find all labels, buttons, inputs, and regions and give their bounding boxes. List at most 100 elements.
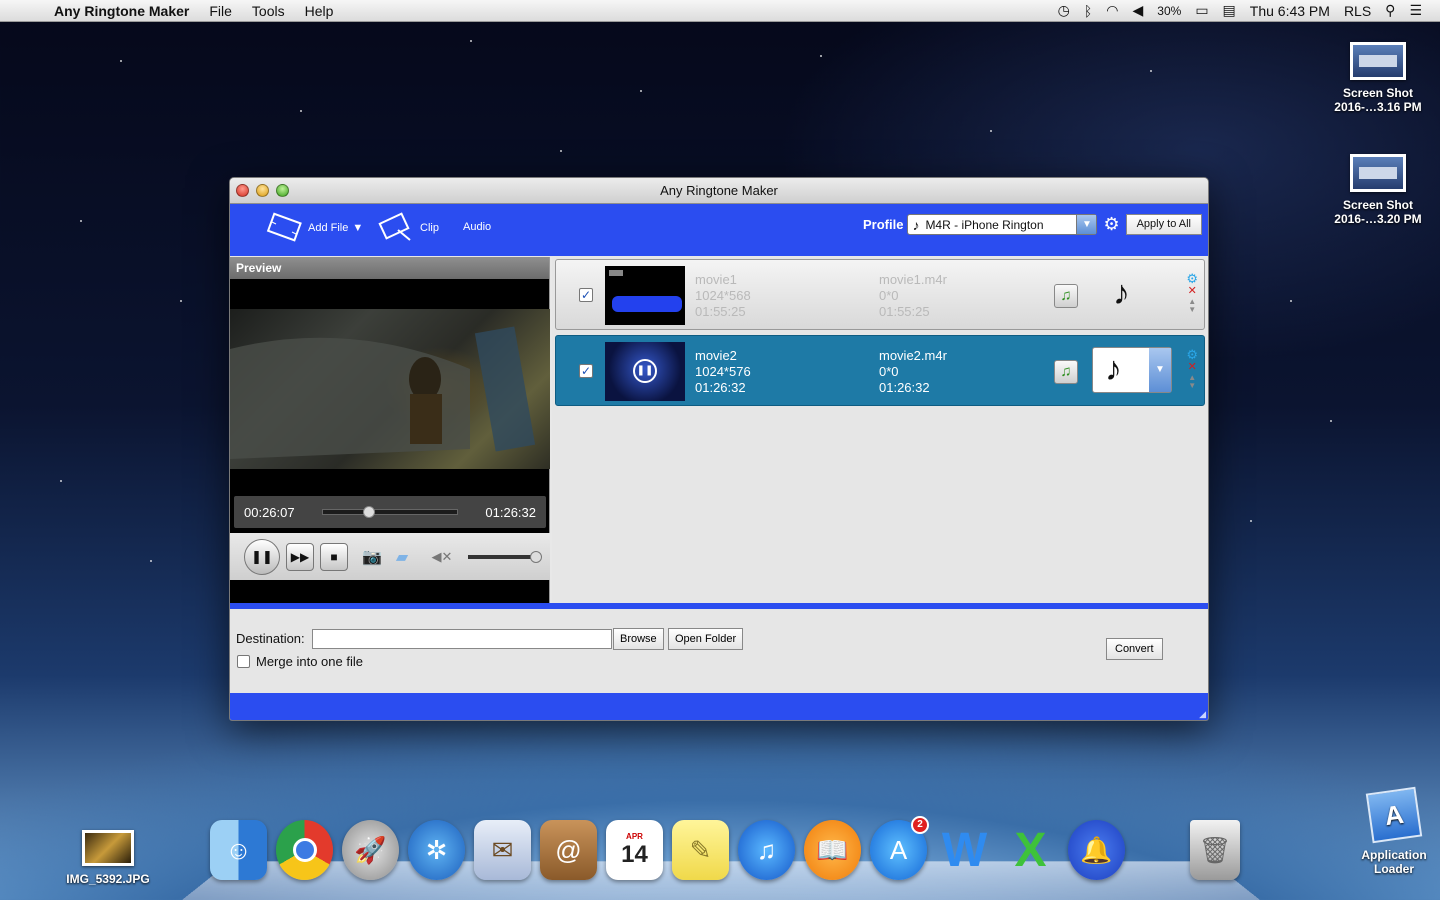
destination-label: Destination: (236, 631, 305, 646)
photo-thumbnail-icon (82, 830, 134, 866)
clip-film-icon (378, 212, 411, 241)
file-checkbox[interactable]: ✓ (579, 288, 593, 302)
file-name: movie2 (695, 348, 737, 363)
user-menu[interactable]: RLS (1344, 3, 1371, 19)
app-store-icon[interactable]: A2 (870, 816, 929, 880)
menu-bar: Any Ringtone Maker File Tools Help ◷ ᛒ ◠… (0, 0, 1440, 22)
film-strip-icon (266, 212, 302, 242)
resize-grip-icon[interactable]: ◢ (1199, 709, 1206, 720)
menu-help[interactable]: Help (305, 3, 334, 19)
file-row-movie2[interactable]: ✓ ❚❚ movie2 1024*576 01:26:32 movie2.m4r… (555, 335, 1205, 406)
output-format-select[interactable]: ♪ ▼ (1092, 347, 1172, 393)
spotlight-icon[interactable]: ⚲ (1385, 2, 1395, 19)
dropdown-arrow-icon: ▼ (352, 222, 364, 234)
minimize-window-button[interactable] (256, 184, 269, 197)
desktop-screenshot-2[interactable]: Screen Shot 2016-…3.20 PM (1318, 154, 1438, 226)
merge-checkbox[interactable] (237, 655, 250, 668)
mute-speaker-icon[interactable]: ◀✕ (430, 547, 454, 567)
profile-settings-gear-icon[interactable]: ⚙ (1103, 214, 1119, 235)
total-time: 01:26:32 (485, 504, 536, 520)
profile-label: Profile (862, 217, 904, 232)
mail-icon[interactable]: ✉ (474, 820, 531, 880)
file-duration: 01:55:25 (695, 304, 746, 319)
zoom-window-button[interactable] (276, 184, 289, 197)
volume-knob[interactable] (530, 550, 542, 563)
desktop-screenshot-1[interactable]: Screen Shot 2016-…3.16 PM (1318, 42, 1438, 114)
preview-panel: Preview 00:26:07 01:26:32 ❚❚ ▶▶ ■ 📷 ▰ ◀✕ (230, 257, 550, 603)
volume-icon[interactable]: ◀ (1133, 2, 1144, 19)
output-duration: 01:55:25 (879, 304, 930, 319)
launchpad-icon[interactable]: 🚀 (342, 820, 399, 880)
chevron-down-icon: ▼ (1149, 348, 1171, 392)
notification-center-icon[interactable]: ☰ (1409, 2, 1422, 19)
merge-option[interactable]: Merge into one file (237, 654, 363, 669)
battery-percent[interactable]: 30% (1157, 4, 1181, 18)
ringtone-app-icon[interactable]: 🔔 (1068, 820, 1125, 880)
audio-track-button[interactable]: ♫ (1054, 360, 1078, 384)
video-thumbnail: ❚❚ (605, 342, 685, 401)
flag-icon[interactable]: ▤ (1223, 2, 1236, 19)
time-machine-icon[interactable]: ◷ (1058, 2, 1070, 19)
window-titlebar[interactable]: Any Ringtone Maker (230, 178, 1208, 204)
trash-icon[interactable]: 🗑 (1190, 820, 1240, 880)
toolbar: Add File ▼ Clip Audio Profile ♪ M4R - iP… (230, 204, 1208, 256)
add-file-button[interactable]: Add File ▼ (264, 212, 363, 244)
word-icon[interactable]: W (936, 820, 993, 880)
file-checkbox[interactable]: ✓ (579, 364, 593, 378)
safari-icon[interactable]: ✲ (408, 820, 465, 880)
output-format-icon[interactable]: ♪ (1113, 274, 1130, 313)
ibooks-icon[interactable]: 📖 (804, 820, 861, 880)
menu-file[interactable]: File (209, 3, 232, 19)
stop-icon: ■ (330, 549, 338, 564)
desktop-image-file[interactable]: IMG_5392.JPG (48, 830, 168, 886)
snapshot-camera-icon[interactable]: 📷 (360, 547, 384, 567)
apply-to-all-button[interactable]: Apply to All (1125, 214, 1202, 235)
menu-tools[interactable]: Tools (252, 3, 285, 19)
music-note-icon: ♫ (1060, 287, 1072, 304)
fast-forward-button[interactable]: ▶▶ (286, 542, 314, 571)
calendar-icon[interactable]: APR 14 (606, 820, 663, 880)
audio-track-button[interactable]: ♫ (1054, 284, 1078, 308)
dock: ☺ 🚀 ✲ ✉ @ APR 14 ✎ ♫ 📖 A2 W X 🔔 🗑 (210, 816, 1240, 890)
file-resolution: 1024*576 (695, 364, 751, 379)
finder-icon[interactable]: ☺ (210, 820, 267, 880)
audio-button[interactable]: Audio (463, 221, 491, 233)
bluetooth-icon[interactable]: ᛒ (1084, 3, 1092, 19)
file-duration: 01:26:32 (695, 380, 746, 395)
stop-button[interactable]: ■ (320, 542, 348, 571)
file-list: ✓ movie1 1024*568 01:55:25 movie1.m4r 0*… (552, 257, 1208, 603)
wifi-icon[interactable]: ◠ (1106, 2, 1118, 19)
close-window-button[interactable] (236, 184, 249, 197)
open-folder-button[interactable]: Open Folder (668, 628, 744, 650)
battery-icon[interactable]: ▭ (1195, 2, 1208, 19)
row-settings-gear-icon[interactable]: ⚙ (1186, 348, 1198, 361)
open-folder-icon[interactable]: ▰ (390, 547, 414, 567)
seek-knob[interactable] (363, 506, 376, 518)
profile-select[interactable]: ♪ M4R - iPhone Rington ▼ (907, 214, 1098, 235)
chrome-icon[interactable] (276, 820, 333, 880)
clip-button[interactable]: Clip (376, 212, 439, 244)
fast-forward-icon: ▶▶ (290, 549, 310, 564)
itunes-icon[interactable]: ♫ (738, 820, 795, 880)
browse-button[interactable]: Browse (613, 628, 664, 650)
convert-button[interactable]: Convert (1106, 638, 1163, 660)
application-loader-icon: A (1365, 786, 1423, 844)
file-row-movie1[interactable]: ✓ movie1 1024*568 01:55:25 movie1.m4r 0*… (555, 259, 1205, 330)
desktop-application-loader[interactable]: A Application Loader (1334, 786, 1440, 876)
contacts-icon[interactable]: @ (540, 820, 597, 880)
clock[interactable]: Thu 6:43 PM (1250, 3, 1330, 19)
seek-slider[interactable] (322, 506, 458, 518)
destination-input[interactable] (312, 629, 612, 649)
app-menu[interactable]: Any Ringtone Maker (54, 3, 189, 19)
excel-icon[interactable]: X (1002, 820, 1059, 880)
volume-slider[interactable] (468, 550, 542, 563)
output-resolution: 0*0 (879, 288, 899, 303)
music-note-icon: ♫ (1060, 363, 1072, 380)
video-scene (230, 326, 536, 459)
row-settings-gear-icon[interactable]: ⚙ (1186, 272, 1198, 285)
pause-button[interactable]: ❚❚ (244, 538, 280, 575)
notes-icon[interactable]: ✎ (672, 820, 729, 880)
move-down-icon[interactable]: ▼ (1188, 382, 1196, 390)
move-down-icon[interactable]: ▼ (1188, 306, 1196, 314)
file-resolution: 1024*568 (695, 288, 751, 303)
